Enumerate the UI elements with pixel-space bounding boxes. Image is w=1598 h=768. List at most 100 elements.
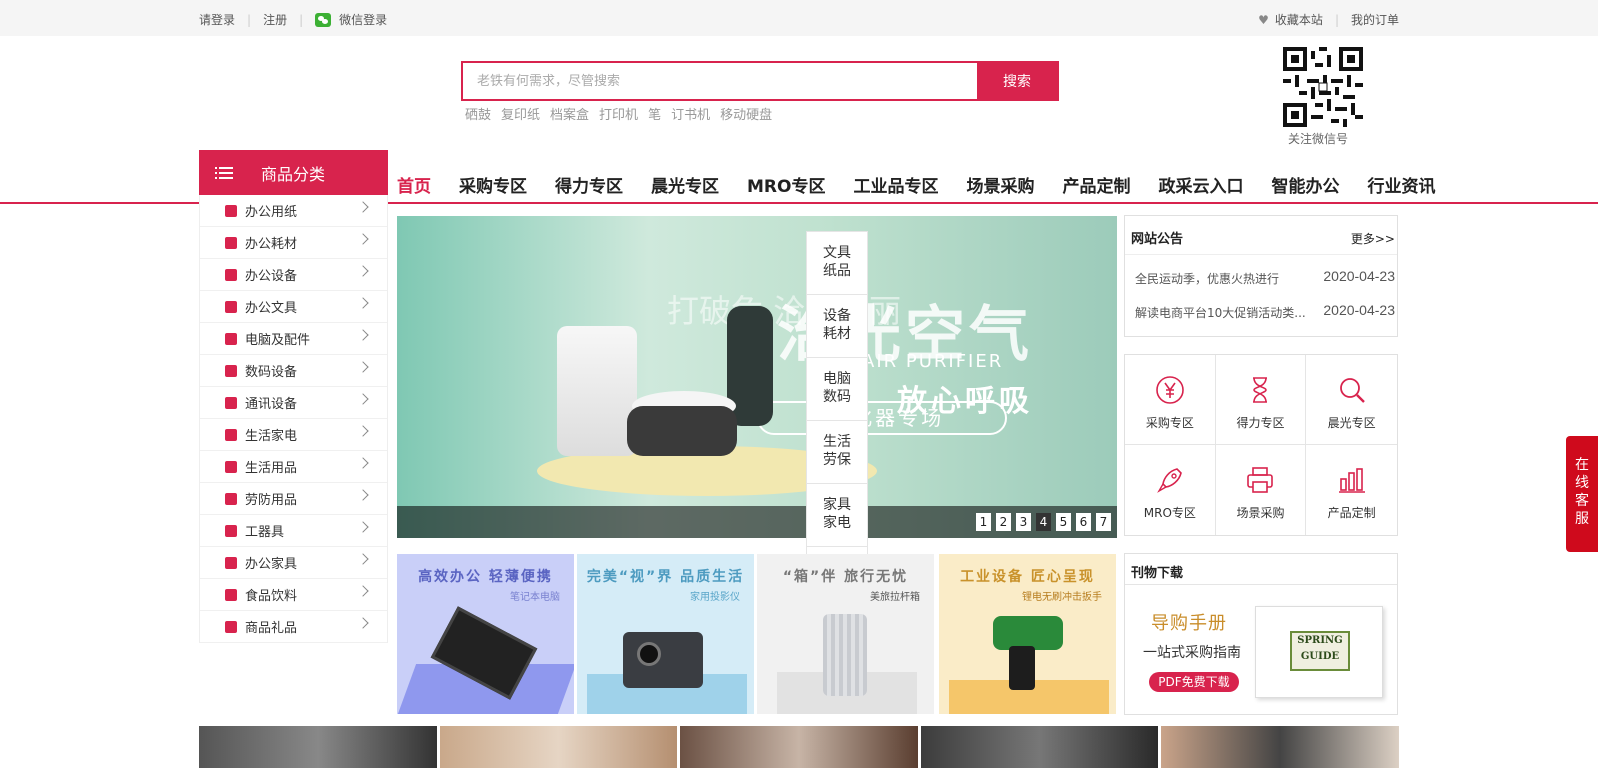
quick-entry[interactable]: 场景采购: [1216, 445, 1307, 535]
category-item[interactable]: 生活用品: [200, 451, 387, 483]
hotword-link[interactable]: 硒鼓: [465, 104, 491, 123]
wechat-qr-code: [1283, 47, 1363, 127]
notice-text: 全民运动季，优惠火热进行: [1135, 272, 1280, 286]
banner-page-dot[interactable]: 1: [976, 513, 991, 531]
quick-entry[interactable]: 晨光专区: [1306, 355, 1397, 445]
register-link[interactable]: 注册: [263, 11, 287, 28]
chevron-right-icon: [357, 329, 369, 341]
category-item[interactable]: 数码设备: [200, 355, 387, 387]
luggage-image: [823, 614, 867, 696]
hotword-link[interactable]: 笔: [648, 104, 661, 123]
category-header[interactable]: 商品分类: [199, 150, 388, 195]
pdf-download-button[interactable]: PDF免费下载: [1149, 672, 1239, 692]
chevron-right-icon: [357, 553, 369, 565]
hotword-link[interactable]: 档案盒: [550, 104, 589, 123]
gear-icon: [225, 524, 237, 537]
category-item[interactable]: 办公设备: [200, 259, 387, 291]
nav-item-home[interactable]: 首页: [397, 172, 431, 197]
notice-item[interactable]: 解读电商平台10大促销活动类... 2020-04-23: [1135, 302, 1395, 321]
floating-menu-item[interactable]: 文具 纸品: [807, 232, 867, 295]
floating-menu-item[interactable]: 生活 劳保: [807, 421, 867, 484]
promo-luggage[interactable]: “箱”伴 旅行无忧 美旅拉杆箱: [757, 554, 934, 714]
consumables-icon: [225, 236, 237, 249]
office-photo[interactable]: [680, 726, 918, 768]
nav-item[interactable]: 得力专区: [555, 172, 623, 197]
banner-page-dot[interactable]: 4: [1036, 513, 1051, 531]
category-label: 生活家电: [245, 429, 298, 444]
banner-page-dot[interactable]: 3: [1016, 513, 1031, 531]
banner-pager: 1234567: [976, 513, 1111, 531]
nav-item[interactable]: 晨光专区: [651, 172, 719, 197]
nav-item[interactable]: 行业资讯: [1367, 172, 1435, 197]
nav-item[interactable]: 工业品专区: [853, 172, 938, 197]
nav-item[interactable]: 采购专区: [459, 172, 527, 197]
search-button[interactable]: 搜索: [977, 63, 1057, 99]
floating-menu-item[interactable]: 电脑 数码: [807, 358, 867, 421]
office-photo[interactable]: [199, 726, 437, 768]
promo-wrench[interactable]: 工业设备 匠心呈现 锂电无刷冲击扳手: [939, 554, 1116, 714]
promo-subtitle: 家用投影仪: [690, 592, 740, 603]
quick-entry[interactable]: 产品定制: [1306, 445, 1397, 535]
banner-page-dot[interactable]: 5: [1056, 513, 1071, 531]
promo-title: 工业设备 匠心呈现: [960, 569, 1095, 585]
category-item[interactable]: 食品饮料: [200, 579, 387, 611]
office-photo[interactable]: [1161, 726, 1399, 768]
download-panel: 刊物下载 导购手册 一站式采购指南 PDF免费下载 SPRING GUIDE: [1124, 553, 1398, 715]
hero-banner[interactable]: 打破危 洽见美丽 治光空气 AIR PURIFIER 放心呼吸 空 化器专场 1…: [397, 216, 1117, 538]
search-input[interactable]: [463, 63, 977, 99]
main-nav: 首页 采购专区 得力专区 晨光专区 MRO专区 工业品专区 场景采购 产品定制 …: [397, 172, 1463, 197]
wechat-login-link[interactable]: 微信登录: [339, 11, 387, 28]
quick-entry[interactable]: 采购专区: [1125, 355, 1216, 445]
category-item[interactable]: 劳防用品: [200, 483, 387, 515]
nav-item[interactable]: 政采云入口: [1158, 172, 1243, 197]
my-orders-link[interactable]: 我的订单: [1351, 11, 1399, 28]
category-item[interactable]: 电脑及配件: [200, 323, 387, 355]
hotword-link[interactable]: 复印纸: [501, 104, 540, 123]
category-item[interactable]: 办公家具: [200, 547, 387, 579]
notice-item[interactable]: 全民运动季，优惠火热进行 2020-04-23: [1135, 268, 1395, 287]
favorite-link[interactable]: 收藏本站: [1275, 11, 1323, 28]
banner-page-dot[interactable]: 6: [1076, 513, 1091, 531]
category-item[interactable]: 通讯设备: [200, 387, 387, 419]
login-link[interactable]: 请登录: [199, 11, 235, 28]
office-photo[interactable]: [920, 726, 1159, 768]
promo-laptop[interactable]: 高效办公 轻薄便携 笔记本电脑: [397, 554, 574, 714]
nav-item[interactable]: 产品定制: [1062, 172, 1130, 197]
magnifier-icon: [1339, 378, 1365, 403]
promo-projector[interactable]: 完美“视”界 品质生活 家用投影仪: [577, 554, 754, 714]
category-item[interactable]: 生活家电: [200, 419, 387, 451]
category-item[interactable]: 工器具: [200, 515, 387, 547]
quick-entry[interactable]: 得力专区: [1215, 355, 1307, 445]
banner-page-dot[interactable]: 2: [996, 513, 1011, 531]
banner-subtitle: AIR PURIFIER: [862, 351, 1004, 372]
guide-cover-title: SPRING GUIDE: [1290, 631, 1350, 671]
banner-page-dot[interactable]: 7: [1096, 513, 1111, 531]
nav-item[interactable]: 场景采购: [966, 172, 1034, 197]
nav-item[interactable]: MRO专区: [747, 172, 825, 197]
photo-strip: [199, 726, 1399, 768]
category-item[interactable]: 商品礼品: [200, 611, 387, 643]
banner-pager-bar: 1234567: [397, 506, 1117, 538]
category-item[interactable]: 办公用纸: [200, 195, 387, 227]
hotword-link[interactable]: 打印机: [599, 104, 638, 123]
online-service-button[interactable]: 在线客服: [1566, 436, 1598, 552]
floating-menu-item[interactable]: 家具 家电: [807, 484, 867, 547]
bar-chart-icon: [1338, 468, 1365, 493]
quick-entry-label: 得力专区: [1236, 416, 1285, 430]
category-item[interactable]: 办公耗材: [200, 227, 387, 259]
notice-date: 2020-04-23: [1323, 302, 1395, 318]
top-right-links: ♥ 收藏本站 | 我的订单: [1258, 11, 1399, 28]
quick-entry-label: 采购专区: [1145, 416, 1194, 430]
hotword-link[interactable]: 订书机: [671, 104, 710, 123]
guide-cover-image[interactable]: SPRING GUIDE: [1255, 606, 1383, 698]
floating-menu-item[interactable]: 设备 耗材: [807, 295, 867, 358]
household-icon: [225, 460, 237, 473]
quick-entry-label: 晨光专区: [1327, 416, 1376, 430]
chevron-right-icon: [357, 489, 369, 501]
office-photo[interactable]: [439, 726, 678, 768]
nav-item[interactable]: 智能办公: [1271, 172, 1339, 197]
hotword-link[interactable]: 移动硬盘: [720, 104, 772, 123]
notice-more-link[interactable]: 更多>>: [1351, 230, 1395, 247]
category-item[interactable]: 办公文具: [200, 291, 387, 323]
quick-entry[interactable]: MRO专区: [1125, 445, 1216, 535]
